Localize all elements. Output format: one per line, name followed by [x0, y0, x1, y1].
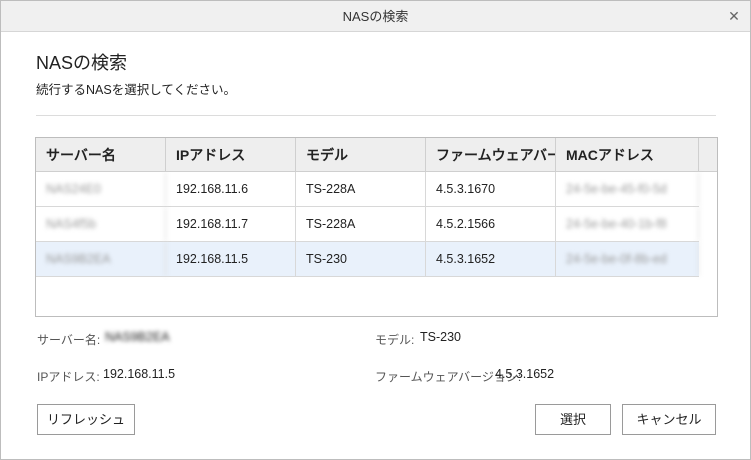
detail-server-name-value: NAS9B2EA [105, 330, 170, 344]
cell-model: TS-228A [296, 172, 426, 206]
nas-table: サーバー名 IPアドレス モデル ファームウェアバージョン MACアドレス NA… [35, 137, 718, 317]
table-header: サーバー名 IPアドレス モデル ファームウェアバージョン MACアドレス [36, 138, 717, 172]
page-title: NASの検索 [36, 53, 128, 73]
nas-search-dialog: NASの検索 ✕ NASの検索 続行するNASを選択してください。 サーバー名 … [0, 0, 751, 460]
cell-firmware: 4.5.2.1566 [426, 207, 556, 241]
cell-server-name: NAS24E0 [36, 172, 166, 206]
cell-server-name: NAS9B2EA [36, 242, 166, 276]
cell-model: TS-228A [296, 207, 426, 241]
detail-model-value: TS-230 [420, 330, 461, 344]
page-subtitle: 続行するNASを選択してください。 [36, 83, 236, 97]
column-header-ip-address[interactable]: IPアドレス [166, 138, 296, 172]
column-header-mac-address[interactable]: MACアドレス [556, 138, 699, 172]
cell-model: TS-230 [296, 242, 426, 276]
cell-firmware: 4.5.3.1652 [426, 242, 556, 276]
cell-ip-address: 192.168.11.7 [166, 207, 296, 241]
column-header-filler [699, 138, 717, 172]
table-row[interactable]: NAS24E0 192.168.11.6 TS-228A 4.5.3.1670 … [36, 172, 699, 207]
refresh-button[interactable]: リフレッシュ [37, 404, 135, 435]
column-header-server-name[interactable]: サーバー名 [36, 138, 166, 172]
detail-ip-label: IPアドレス: [37, 370, 100, 384]
column-header-firmware[interactable]: ファームウェアバージョン [426, 138, 556, 172]
detail-model-label: モデル: [375, 333, 415, 347]
detail-firmware-value: 4.5.3.1652 [495, 367, 555, 381]
cell-ip-address: 192.168.11.6 [166, 172, 296, 206]
table-row[interactable]: NAS4f5b 192.168.11.7 TS-228A 4.5.2.1566 … [36, 207, 699, 242]
select-button[interactable]: 選択 [535, 404, 611, 435]
table-row-selected[interactable]: NAS9B2EA 192.168.11.5 TS-230 4.5.3.1652 … [36, 242, 699, 277]
cell-mac-address: 24-5e-be-45-f0-5d [556, 172, 699, 206]
detail-server-name-label: サーバー名: [37, 333, 101, 347]
close-icon[interactable]: ✕ [726, 8, 742, 24]
title-bar: NASの検索 ✕ [1, 1, 750, 32]
divider [36, 115, 716, 116]
cell-mac-address: 24-5e-be-40-1b-f8 [556, 207, 699, 241]
cell-server-name: NAS4f5b [36, 207, 166, 241]
detail-ip-value: 192.168.11.5 [103, 367, 176, 381]
cell-ip-address: 192.168.11.5 [166, 242, 296, 276]
column-header-model[interactable]: モデル [296, 138, 426, 172]
cell-mac-address: 24-5e-be-0f-8b-ed [556, 242, 699, 276]
cancel-button[interactable]: キャンセル [622, 404, 716, 435]
cell-firmware: 4.5.3.1670 [426, 172, 556, 206]
window-title: NASの検索 [342, 9, 409, 24]
